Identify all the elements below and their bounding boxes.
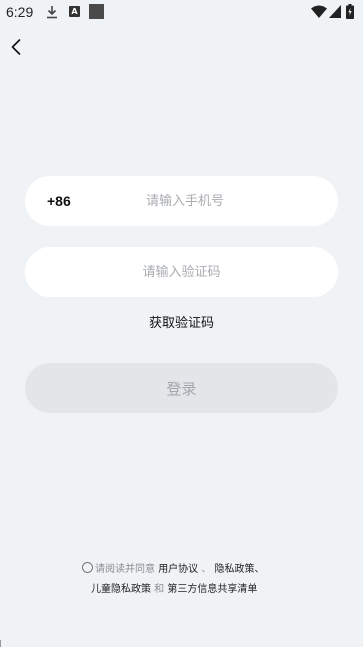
corner-mark — [0, 640, 6, 647]
privacy-policy-link[interactable]: 隐私政策、 — [215, 564, 265, 575]
phone-field[interactable]: +86 — [25, 176, 338, 226]
battery-icon — [346, 4, 354, 19]
a-badge-icon: A — [69, 6, 80, 17]
agreement-and: 和 — [151, 584, 168, 595]
wifi-icon — [311, 5, 327, 18]
status-time: 6:29 — [6, 4, 34, 20]
agreement-line-2: 儿童隐私政策 和 第三方信息共享清单 — [91, 582, 257, 598]
third-party-sharing-link[interactable]: 第三方信息共享清单 — [167, 584, 257, 595]
verification-code-input[interactable] — [25, 247, 338, 297]
status-bar: 6:29 A — [0, 0, 363, 24]
signal-icon — [329, 5, 341, 18]
agreement-prefix: 请阅读并同意 — [95, 564, 155, 575]
country-code[interactable]: +86 — [47, 176, 71, 226]
phone-input[interactable] — [105, 176, 265, 226]
login-screen: 6:29 A +86 获取验证码 登录 — [0, 0, 363, 647]
verification-code-field[interactable] — [25, 247, 338, 297]
agreement-separator: 、 — [198, 564, 215, 575]
user-agreement-link[interactable]: 用户协议 — [158, 564, 198, 575]
download-icon — [47, 6, 57, 19]
login-button[interactable]: 登录 — [25, 363, 338, 413]
agree-radio[interactable] — [82, 562, 93, 573]
get-code-button[interactable]: 获取验证码 — [0, 312, 363, 331]
agreement-line-1: 请阅读并同意 用户协议 、 隐私政策、 — [82, 562, 265, 578]
child-privacy-link[interactable]: 儿童隐私政策 — [91, 584, 151, 595]
square-icon — [89, 4, 104, 19]
back-icon[interactable] — [6, 36, 28, 58]
